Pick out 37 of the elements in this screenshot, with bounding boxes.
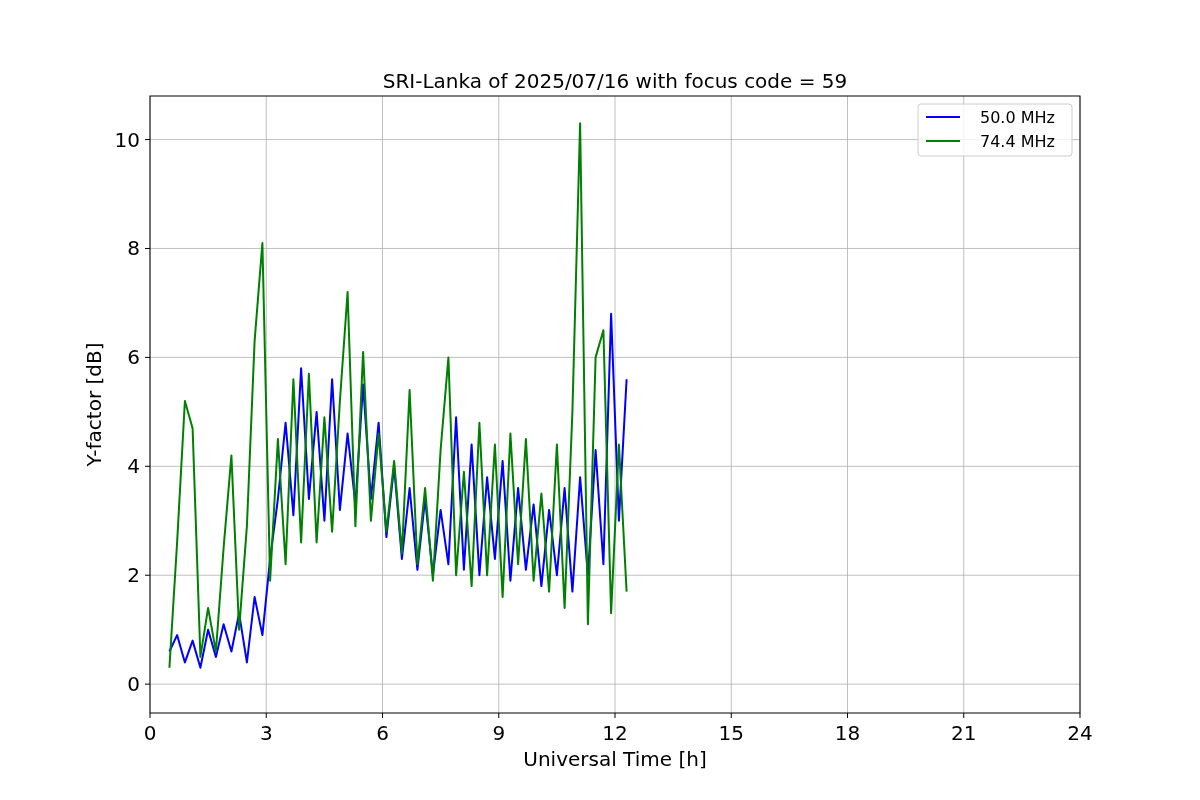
tick-label: 10	[114, 127, 140, 152]
tick-mark	[265, 712, 267, 719]
tick-label: 12	[602, 721, 628, 745]
tick-mark	[144, 683, 151, 685]
x-axis-label: Universal Time [h]	[523, 747, 707, 771]
tick-label: 8	[127, 236, 140, 261]
tick-mark	[1079, 712, 1081, 719]
tick-mark	[963, 712, 965, 719]
legend-label: 50.0 MHz	[980, 108, 1055, 127]
tick-label: 24	[1067, 721, 1093, 745]
tick-label: 0	[127, 672, 140, 697]
legend-line	[925, 140, 961, 142]
y-axis-label: Y-factor [dB]	[82, 342, 106, 467]
tick-mark	[149, 712, 151, 719]
tick-mark	[144, 356, 151, 358]
tick-mark	[498, 712, 500, 719]
tick-label: 15	[718, 721, 744, 745]
tick-label: 6	[376, 721, 389, 745]
tick-label: 21	[951, 721, 977, 745]
tick-label: 18	[834, 721, 861, 745]
tick-mark	[730, 712, 732, 719]
tick-mark	[144, 139, 151, 141]
tick-label: 9	[492, 721, 506, 745]
tick-mark	[144, 465, 151, 467]
tick-mark	[382, 712, 383, 719]
legend-label: 74.4 MHz	[980, 132, 1055, 151]
tick-mark	[144, 248, 151, 249]
tick-label: 3	[259, 721, 273, 745]
tick-label: 4	[127, 454, 140, 479]
tick-mark	[614, 712, 616, 719]
tick-label: 0	[143, 721, 157, 745]
tick-mark	[144, 574, 151, 576]
tick-label: 2	[127, 563, 140, 588]
tick-mark	[847, 712, 848, 719]
legend-line	[925, 116, 961, 118]
chart-title: SRI-Lanka of 2025/07/16 with focus code = 59	[382, 69, 848, 93]
tick-label: 6	[127, 345, 140, 370]
